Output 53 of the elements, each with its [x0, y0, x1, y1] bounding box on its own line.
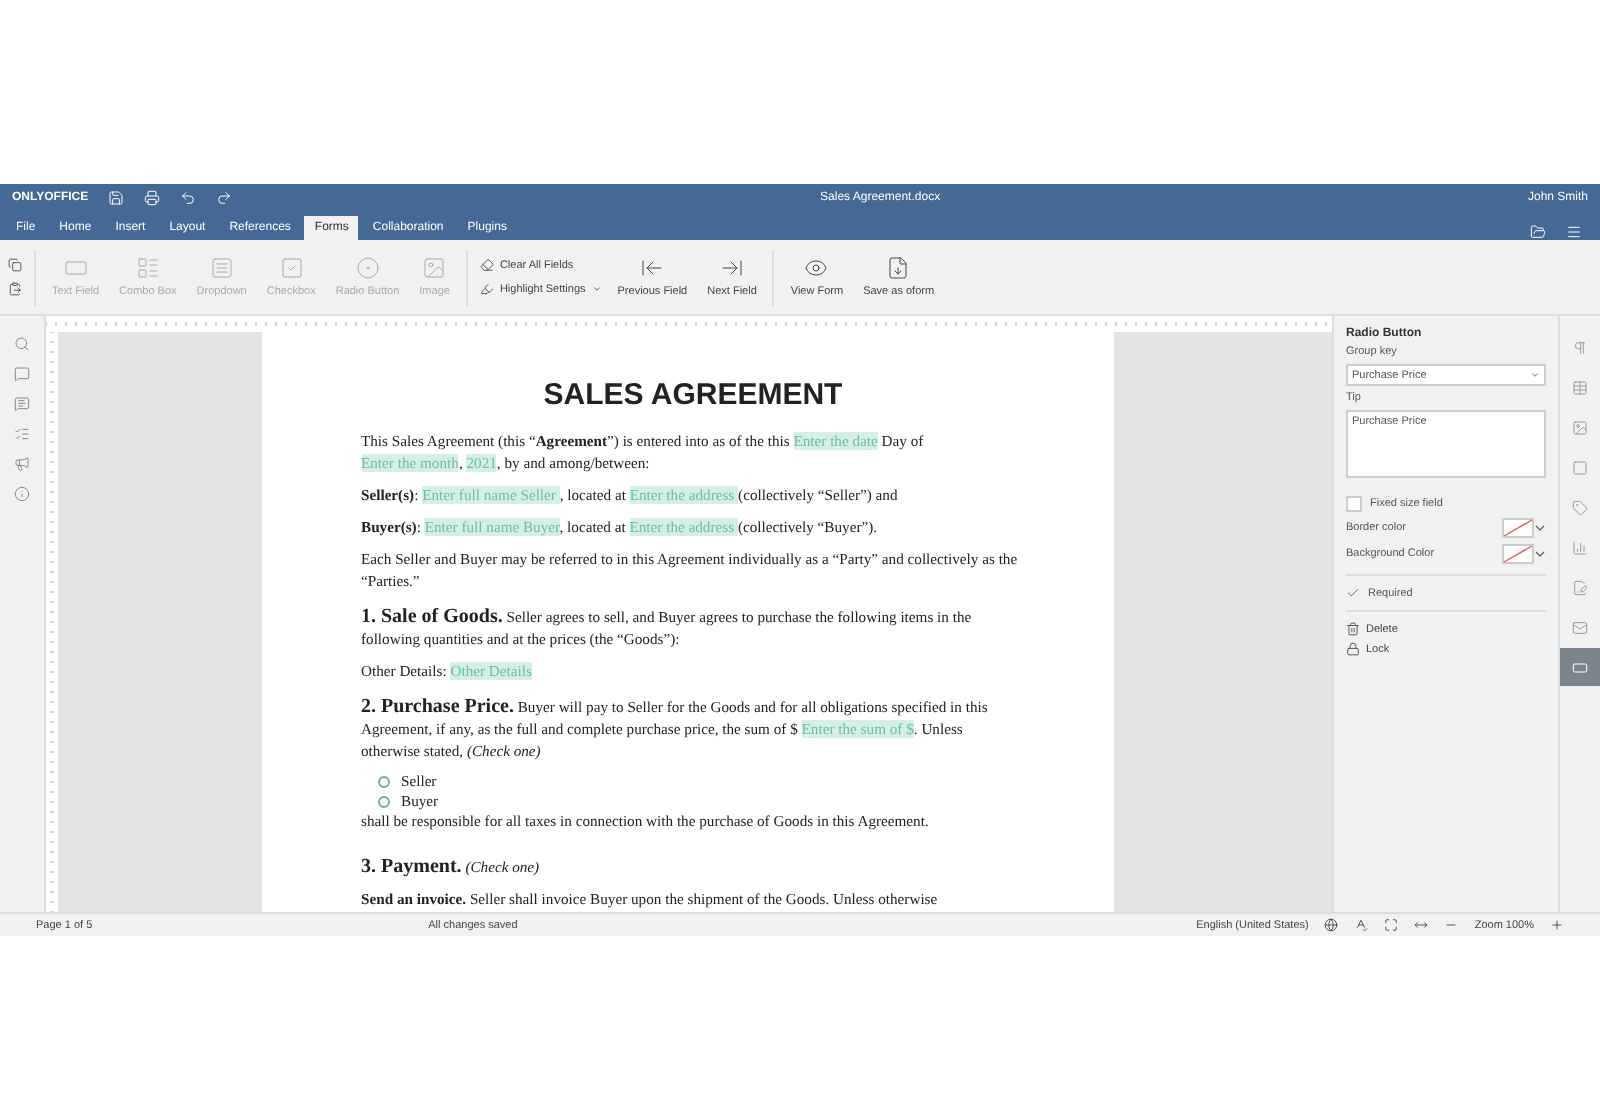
text-field-icon — [63, 256, 88, 280]
fit-page-icon[interactable] — [1384, 918, 1399, 932]
tag-icon — [1572, 499, 1588, 515]
checkbox-icon — [279, 256, 304, 280]
table-icon — [1572, 379, 1588, 395]
color-picker[interactable] — [1502, 518, 1546, 538]
save-icon[interactable] — [108, 190, 125, 206]
redo-icon[interactable] — [216, 190, 233, 206]
paragraph-icon — [1572, 339, 1588, 355]
copy-icon[interactable] — [8, 258, 22, 272]
spellcheck-icon[interactable] — [1354, 918, 1369, 932]
eye-icon — [804, 256, 829, 280]
info-icon[interactable] — [14, 486, 30, 502]
menu-icon[interactable] — [1566, 224, 1582, 240]
document-heading: SALES AGREEMENT — [541, 376, 845, 416]
search-icon[interactable] — [14, 336, 30, 352]
megaphone-icon[interactable] — [14, 456, 30, 472]
lock-icon — [1346, 642, 1360, 656]
chart-icon — [1572, 539, 1588, 555]
caret-icon — [591, 284, 602, 294]
chat-icon[interactable] — [14, 396, 30, 412]
caret-icon — [1530, 370, 1540, 380]
radio-button[interactable] — [377, 775, 389, 788]
mail-icon — [1572, 619, 1588, 635]
document-icon — [886, 256, 911, 280]
signature-icon — [1572, 579, 1588, 595]
folder-icon[interactable] — [1530, 224, 1546, 240]
globe-icon[interactable] — [1324, 918, 1339, 932]
radio-button[interactable] — [377, 796, 389, 809]
print-icon[interactable] — [144, 190, 161, 206]
zoom-in-icon[interactable] — [1550, 918, 1564, 932]
radio-icon — [355, 256, 380, 280]
highlighter-icon — [479, 282, 494, 296]
color-picker[interactable] — [1502, 544, 1546, 564]
paste-icon[interactable] — [8, 282, 22, 296]
shape-icon — [1572, 459, 1588, 475]
undo-icon[interactable] — [180, 190, 197, 206]
list-icon — [135, 256, 160, 280]
image-icon — [422, 256, 447, 280]
arrow-right-icon — [720, 256, 744, 280]
fit-width-icon[interactable] — [1414, 918, 1429, 932]
sidebar-tab[interactable] — [1560, 648, 1600, 686]
form-field-icon — [1572, 659, 1588, 675]
menu-box-icon — [209, 256, 234, 280]
trash-icon — [1346, 622, 1360, 636]
checkbox[interactable] — [1346, 496, 1362, 512]
eraser-icon — [479, 258, 494, 272]
check-icon[interactable] — [1346, 586, 1360, 600]
image-icon — [1572, 419, 1588, 435]
arrow-left-icon — [640, 256, 665, 280]
zoom-out-icon[interactable] — [1444, 918, 1459, 932]
list-icon[interactable] — [14, 426, 30, 442]
comment-icon[interactable] — [14, 366, 30, 382]
